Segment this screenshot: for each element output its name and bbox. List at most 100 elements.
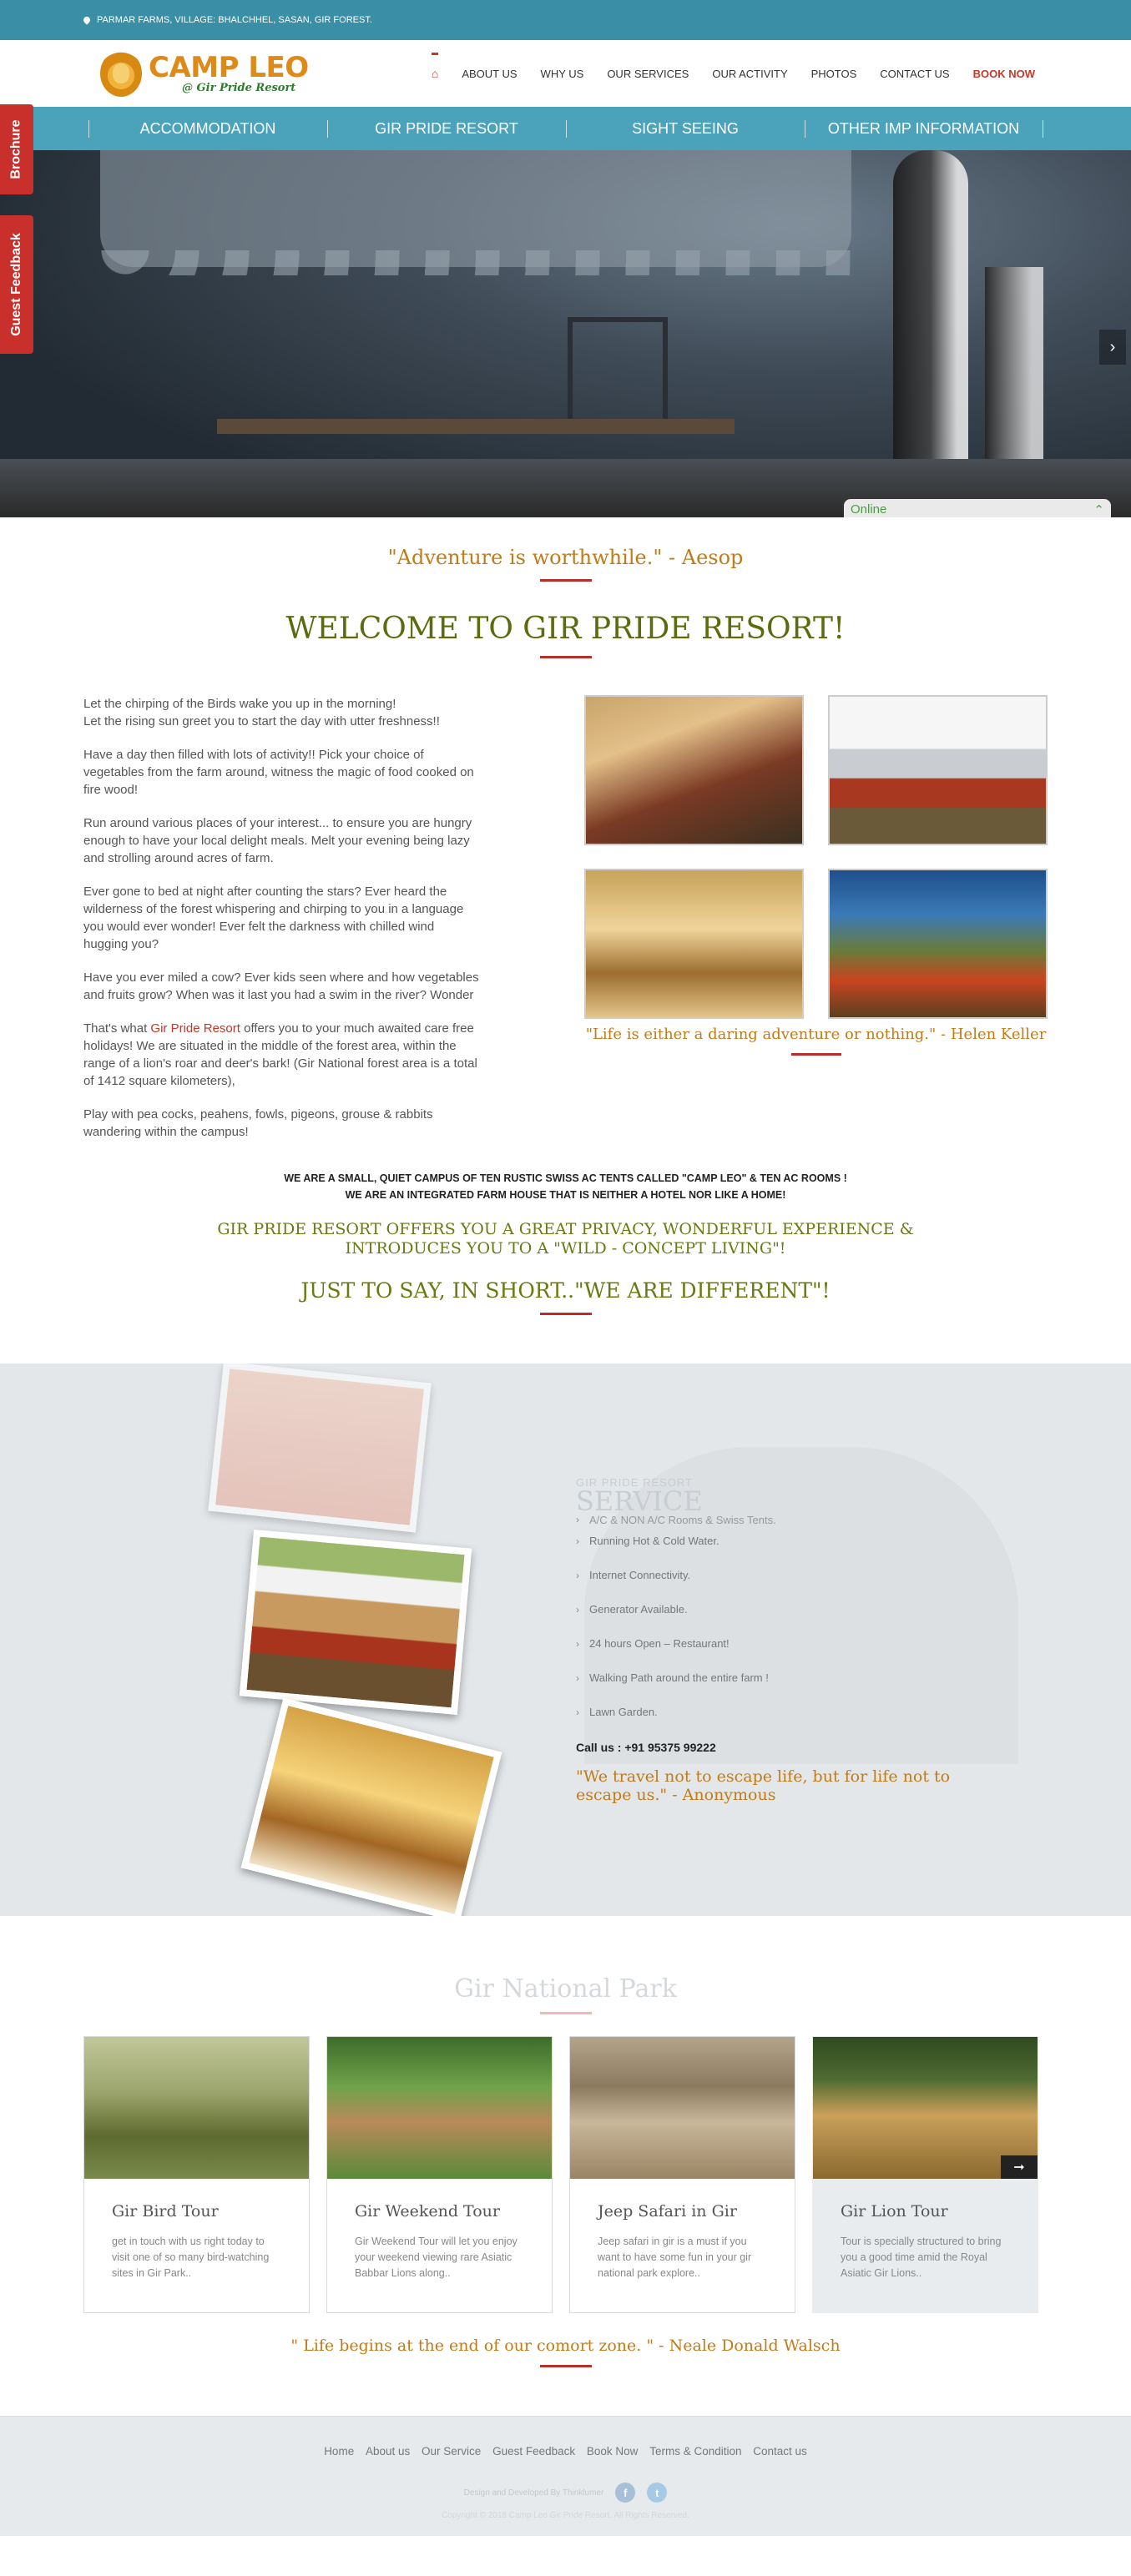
service-item: › A/C & NON A/C Rooms & Swiss Tents. — [576, 1514, 776, 1526]
header: CAMP LEO @ Gir Pride Resort ⌂ ABOUT US W… — [0, 40, 1131, 107]
nav-activity[interactable]: OUR ACTIVITY — [712, 68, 787, 80]
tour-title[interactable]: Gir Lion Tour — [841, 2202, 1012, 2221]
logo-subtitle: @ Gir Pride Resort — [182, 81, 296, 94]
welcome-text: Let the chirping of the Birds wake you u… — [83, 695, 480, 1157]
twitter-icon[interactable]: t — [647, 2483, 668, 2503]
tent-night-photo[interactable] — [828, 869, 1048, 1019]
welcome-title: WELCOME TO GIR PRIDE RESORT! — [285, 612, 846, 646]
para-4: Ever gone to bed at night after counting… — [83, 885, 464, 951]
chat-widget[interactable]: Online ⌃ — [844, 499, 1111, 517]
arrow-right-icon[interactable]: ➞ — [1001, 2155, 1038, 2179]
nav-book-now[interactable]: BOOK NOW — [973, 68, 1035, 80]
campus-info: WE ARE A SMALL, QUIET CAMPUS OF TEN RUST… — [284, 1172, 847, 1201]
bedroom-photo[interactable] — [240, 1697, 502, 1916]
divider — [539, 579, 592, 582]
chevron-right-icon: › — [576, 1514, 579, 1525]
facebook-icon[interactable]: f — [615, 2483, 636, 2503]
tour-card[interactable]: Gir Weekend Tour Gir Weekend Tour will l… — [326, 2036, 553, 2313]
service-list: › A/C & NON A/C Rooms & Swiss Tents. › Run… — [576, 1514, 1010, 1729]
footer-link-terms[interactable]: Terms & Condition — [649, 2445, 741, 2458]
chat-toggle-icon[interactable]: ⌃ — [1093, 502, 1104, 517]
para-3: Run around various places of your intere… — [83, 816, 472, 865]
nav-why[interactable]: WHY US — [541, 68, 584, 80]
helen-keller-quote: "Life is either a daring adventure or no… — [585, 1026, 1047, 1043]
logo-title: CAMP LEO — [149, 50, 309, 84]
chevron-right-icon: › — [576, 1569, 579, 1581]
call-us[interactable]: Call us : +91 95375 99222 — [576, 1741, 1010, 1754]
tour-card[interactable]: Gir Bird Tour get in touch with us right… — [83, 2036, 310, 2313]
footer: Home About us Our Service Guest Feedback… — [0, 2416, 1131, 2536]
offers-heading: GIR PRIDE RESORT OFFERS YOU A GREAT PRIV… — [217, 1220, 914, 1258]
hero-slider: › Online ⌃ — [0, 150, 1131, 517]
divider — [539, 2365, 592, 2367]
para-2: Have a day then filled with lots of acti… — [83, 748, 474, 797]
tour-card[interactable]: Jeep Safari in Gir Jeep safari in gir is… — [569, 2036, 795, 2313]
footer-link-feedback[interactable]: Guest Feedback — [492, 2445, 575, 2458]
service-item: › Generator Available. — [576, 1603, 688, 1616]
submenu-accommodation[interactable]: ACCOMMODATION — [88, 119, 327, 138]
tour-title[interactable]: Jeep Safari in Gir — [598, 2202, 770, 2221]
tent-photo[interactable] — [239, 1529, 472, 1716]
walsch-quote: " Life begins at the end of our comort z… — [290, 2337, 841, 2355]
nav-contact[interactable]: CONTACT US — [880, 68, 949, 80]
divider — [539, 2012, 592, 2014]
bird-photo — [84, 2037, 309, 2179]
footer-link-service[interactable]: Our Service — [422, 2445, 481, 2458]
tour-desc: Gir Weekend Tour will let you enjoy your… — [355, 2236, 518, 2279]
chat-status: Online — [851, 502, 887, 517]
tour-title[interactable]: Gir Bird Tour — [112, 2202, 284, 2221]
travel-quote: "We travel not to escape life, but for l… — [576, 1767, 951, 1804]
top-bar: PARMAR FARMS, VILLAGE: BHALCHHEL, SASAN,… — [0, 0, 1131, 40]
jeep-safari-photo — [570, 2037, 795, 2179]
tour-cards: Gir Bird Tour get in touch with us right… — [0, 2036, 1131, 2313]
footer-link-book[interactable]: Book Now — [587, 2445, 639, 2458]
park-title: Gir National Park — [454, 1974, 677, 2004]
para-7: Play with pea cocks, peahens, fowls, pig… — [83, 1107, 433, 1139]
room-photo[interactable] — [208, 1364, 432, 1533]
services-section: GIR PRIDE RESORT SERVICE › A/C & NON A/C … — [0, 1364, 1131, 1916]
chevron-right-icon: › — [576, 1671, 579, 1684]
divider — [539, 1313, 592, 1315]
main-nav: ⌂ ABOUT US WHY US OUR SERVICES OUR ACTIV… — [431, 53, 1035, 80]
nav-photos[interactable]: PHOTOS — [811, 68, 857, 80]
service-list-block: GIR PRIDE RESORT SERVICE › A/C & NON A/C … — [576, 1476, 1010, 1804]
different-heading: JUST TO SAY, IN SHORT.."WE ARE DIFFERENT… — [300, 1278, 831, 1303]
para-5: Have you ever miled a cow? Ever kids see… — [83, 970, 479, 1002]
submenu-other-info[interactable]: OTHER IMP INFORMATION — [804, 119, 1043, 138]
welcome-content: Let the chirping of the Birds wake you u… — [0, 695, 1131, 1157]
resort-name-link[interactable]: Gir Pride Resort — [150, 1021, 240, 1036]
submenu-sightseeing[interactable]: SIGHT SEEING — [565, 119, 805, 138]
swiss-tent-photo[interactable] — [828, 695, 1048, 845]
slider-next-arrow-icon[interactable]: › — [1099, 330, 1126, 365]
nav-services[interactable]: OUR SERVICES — [607, 68, 689, 80]
divider — [790, 1053, 841, 1056]
nav-home-icon[interactable]: ⌂ — [431, 53, 439, 80]
resort-building-photo[interactable] — [584, 695, 804, 845]
para-1b: Let the rising sun greet you to start th… — [83, 714, 440, 728]
address-text: PARMAR FARMS, VILLAGE: BHALCHHEL, SASAN,… — [97, 15, 372, 25]
tour-title[interactable]: Gir Weekend Tour — [355, 2202, 527, 2221]
nav-about[interactable]: ABOUT US — [462, 68, 517, 80]
chevron-right-icon: › — [576, 1637, 579, 1650]
brochure-tab[interactable]: Brochure — [0, 104, 33, 194]
submenu-resort[interactable]: GIR PRIDE RESORT — [326, 119, 566, 138]
restaurant-photo[interactable] — [584, 869, 804, 1019]
lion-logo-icon — [100, 50, 142, 97]
tour-desc: Jeep safari in gir is a must if you want… — [598, 2236, 752, 2279]
service-item: › Internet Connectivity. — [576, 1569, 691, 1581]
footer-link-contact[interactable]: Contact us — [753, 2445, 807, 2458]
location-pin-icon — [82, 15, 92, 25]
chevron-right-icon: › — [576, 1706, 579, 1718]
logo[interactable]: CAMP LEO @ Gir Pride Resort — [100, 50, 309, 97]
tour-desc: Tour is specially structured to bring yo… — [841, 2236, 1002, 2279]
divider — [539, 656, 592, 658]
footer-link-home[interactable]: Home — [324, 2445, 354, 2458]
guest-feedback-tab[interactable]: Guest Feedback — [0, 215, 33, 354]
footer-link-about[interactable]: About us — [366, 2445, 410, 2458]
tour-card[interactable]: ➞ Gir Lion Tour Tour is specially struct… — [812, 2036, 1038, 2313]
chevron-right-icon: › — [576, 1535, 579, 1547]
chevron-right-icon: › — [576, 1603, 579, 1616]
service-item: › Walking Path around the entire farm ! — [576, 1671, 769, 1684]
footer-links: Home About us Our Service Guest Feedback… — [0, 2417, 1131, 2458]
photo-gallery: "Life is either a daring adventure or no… — [584, 695, 1048, 1157]
